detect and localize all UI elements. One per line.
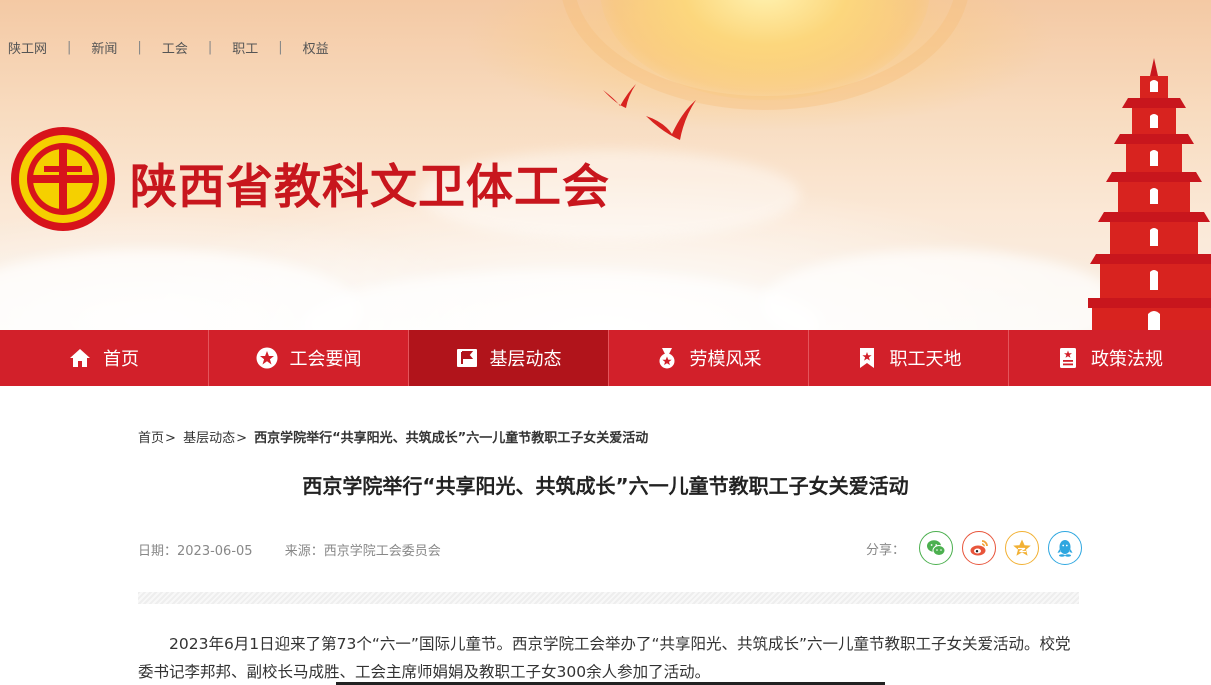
pagoda-icon — [1088, 58, 1211, 330]
nav-item-grassroots[interactable]: 基层动态 — [409, 330, 609, 386]
main-nav: 首页 工会要闻 基层动态 劳模风采 职工天地 政策法规 — [0, 330, 1211, 386]
article-date: 2023-06-05 — [177, 544, 253, 559]
wechat-icon — [927, 540, 946, 556]
share-wechat-button[interactable] — [919, 531, 954, 565]
site-title: 陕西省教科文卫体工会 — [130, 160, 610, 215]
top-links: 陕工网 | 新闻 | 工会 | 职工 | 权益 — [8, 38, 329, 57]
date-label: 日期： — [138, 544, 178, 559]
weibo-icon — [970, 540, 988, 556]
union-logo-icon[interactable] — [10, 126, 116, 232]
nav-item-label: 工会要闻 — [289, 349, 362, 370]
title-divider — [138, 592, 1079, 604]
share-label: 分享： — [866, 542, 906, 558]
nav-item-label: 政策法规 — [1091, 349, 1163, 370]
top-link-workers[interactable]: 职工 — [232, 38, 258, 57]
nav-item-model-workers[interactable]: 劳模风采 — [609, 330, 809, 386]
qzone-star-icon — [1013, 539, 1031, 556]
top-link-union[interactable]: 工会 — [162, 38, 188, 57]
share-weibo-button[interactable] — [962, 531, 997, 565]
banner-cloud — [760, 250, 1120, 330]
article-title: 西京学院举行“共享阳光、共筑成长”六一儿童节教职工子女关爱活动 — [302, 474, 909, 498]
top-link-shaanxi-workers[interactable]: 陕工网 — [8, 38, 47, 57]
document-star-icon — [1060, 348, 1076, 368]
header-banner: 陕工网 | 新闻 | 工会 | 职工 | 权益 陕西省教科文卫体工会 — [0, 0, 1211, 330]
article-source: 西京学院工会委员会 — [323, 544, 441, 559]
banner-cloud — [300, 270, 820, 330]
bookmark-star-icon — [859, 348, 874, 368]
top-link-news[interactable]: 新闻 — [91, 38, 117, 57]
breadcrumb-home[interactable]: 首页 — [138, 431, 164, 446]
share-qq-button[interactable] — [1048, 531, 1083, 565]
source-label: 来源： — [284, 544, 324, 559]
nav-item-label: 基层动态 — [489, 349, 562, 370]
share-qzone-button[interactable] — [1005, 531, 1040, 565]
top-link-rights[interactable]: 权益 — [303, 38, 329, 57]
share-bar: 分享： — [866, 531, 1091, 565]
nav-item-workers-world[interactable]: 职工天地 — [809, 330, 1009, 386]
home-icon — [70, 349, 90, 367]
article-paragraph: 2023年6月1日迎来了第73个“六一”国际儿童节。西京学院工会举办了“共享阳光… — [138, 635, 1071, 681]
article-meta: 日期：2023-06-05 来源：西京学院工会委员会 — [138, 540, 441, 559]
nav-item-label: 首页 — [103, 349, 139, 370]
nav-item-policies[interactable]: 政策法规 — [1009, 330, 1211, 386]
nav-item-union-news[interactable]: 工会要闻 — [209, 330, 409, 386]
qq-icon — [1057, 540, 1073, 557]
flag-icon — [456, 349, 477, 367]
breadcrumb: 首页> 基层动态> 西京学院举行“共享阳光、共筑成长”六一儿童节教职工子女关爱活… — [138, 431, 649, 446]
nav-item-label: 职工天地 — [889, 349, 962, 370]
nav-item-label: 劳模风采 — [689, 349, 762, 370]
nav-item-home[interactable]: 首页 — [0, 330, 209, 386]
star-circle-icon — [256, 347, 277, 369]
doves-icon — [603, 84, 696, 140]
breadcrumb-current: 西京学院举行“共享阳光、共筑成长”六一儿童节教职工子女关爱活动 — [254, 431, 649, 446]
medal-icon — [659, 348, 674, 369]
breadcrumb-section[interactable]: 基层动态 — [183, 431, 235, 446]
